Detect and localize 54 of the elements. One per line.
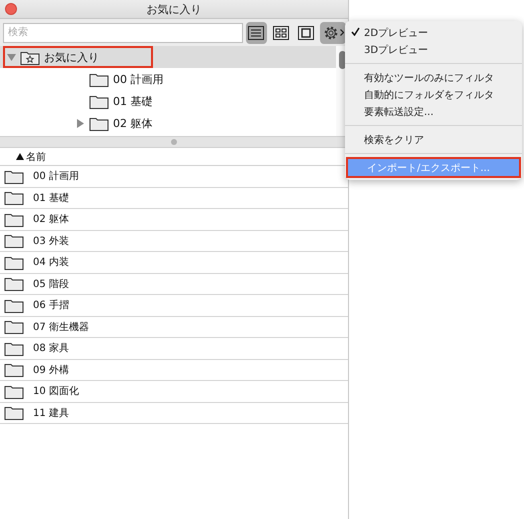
list-row[interactable]: 01 基礎 xyxy=(0,188,348,209)
tree-item[interactable]: 02 躯体 xyxy=(0,112,336,134)
folder-icon xyxy=(4,212,24,227)
folder-icon xyxy=(4,362,24,378)
folder-icon xyxy=(4,340,24,356)
search-field[interactable]: 検索 xyxy=(3,22,243,42)
folder-icon xyxy=(89,94,109,108)
list-row[interactable]: 05 階段 xyxy=(0,274,348,295)
grid-view-icon xyxy=(273,26,290,40)
menu-item[interactable]: 2Dプレビュー xyxy=(345,24,522,41)
tree-item[interactable]: お気に入り xyxy=(0,46,336,68)
tree-item[interactable]: 01 基礎 xyxy=(0,90,336,112)
list-row[interactable]: 10 図面化 xyxy=(0,381,348,402)
folder-icon xyxy=(4,168,24,184)
list-row[interactable]: 06 手摺 xyxy=(0,295,348,316)
menu-item[interactable]: 3Dプレビュー xyxy=(345,41,522,58)
list-row[interactable]: 03 外装 xyxy=(0,230,348,252)
menu-item[interactable]: 要素転送設定... xyxy=(345,103,522,120)
list-row[interactable]: 08 家具 xyxy=(0,338,348,360)
preview-view-icon xyxy=(298,26,314,40)
menu-item[interactable]: 有効なツールのみにフィルタ xyxy=(345,69,522,86)
sort-ascending-icon xyxy=(16,153,24,160)
star-folder-icon xyxy=(20,50,40,64)
list-row[interactable]: 02 躯体 xyxy=(0,209,348,230)
list-row[interactable]: 09 外構 xyxy=(0,360,348,381)
tree-item[interactable]: 00 計画用 xyxy=(0,68,336,90)
list-row[interactable]: 04 内装 xyxy=(0,252,348,274)
folder-icon xyxy=(89,72,109,86)
folder-icon xyxy=(89,116,109,130)
window-title: お気に入り xyxy=(146,2,202,16)
list-row[interactable]: 00 計画用 xyxy=(0,166,348,188)
folder-icon xyxy=(4,384,24,399)
folder-icon xyxy=(4,233,24,248)
folder-icon xyxy=(4,276,24,292)
folder-icon xyxy=(4,298,24,313)
list-row[interactable]: 07 衛生機器 xyxy=(0,316,348,338)
menu-item[interactable]: 自動的にフォルダをフィルタ xyxy=(345,86,522,103)
folder-icon xyxy=(4,254,24,270)
expanded-triangle-icon[interactable] xyxy=(7,52,16,62)
folder-icon xyxy=(4,190,24,206)
settings-button[interactable] xyxy=(320,22,346,44)
checkmark-icon xyxy=(351,27,360,36)
view-button[interactable] xyxy=(246,22,268,44)
list-view-icon xyxy=(248,26,264,40)
list-row[interactable]: 11 建具 xyxy=(0,402,348,424)
close-button[interactable] xyxy=(5,3,17,15)
chevron-icon xyxy=(340,29,344,36)
menu-item[interactable]: 検索をクリア xyxy=(345,131,522,148)
settings-icon xyxy=(322,24,339,40)
folder-icon xyxy=(4,319,24,334)
folder-icon xyxy=(4,405,24,420)
scrollbar-thumb[interactable] xyxy=(338,51,346,69)
column-title: 名前 xyxy=(26,150,46,164)
collapsed-triangle-icon[interactable] xyxy=(76,118,85,128)
